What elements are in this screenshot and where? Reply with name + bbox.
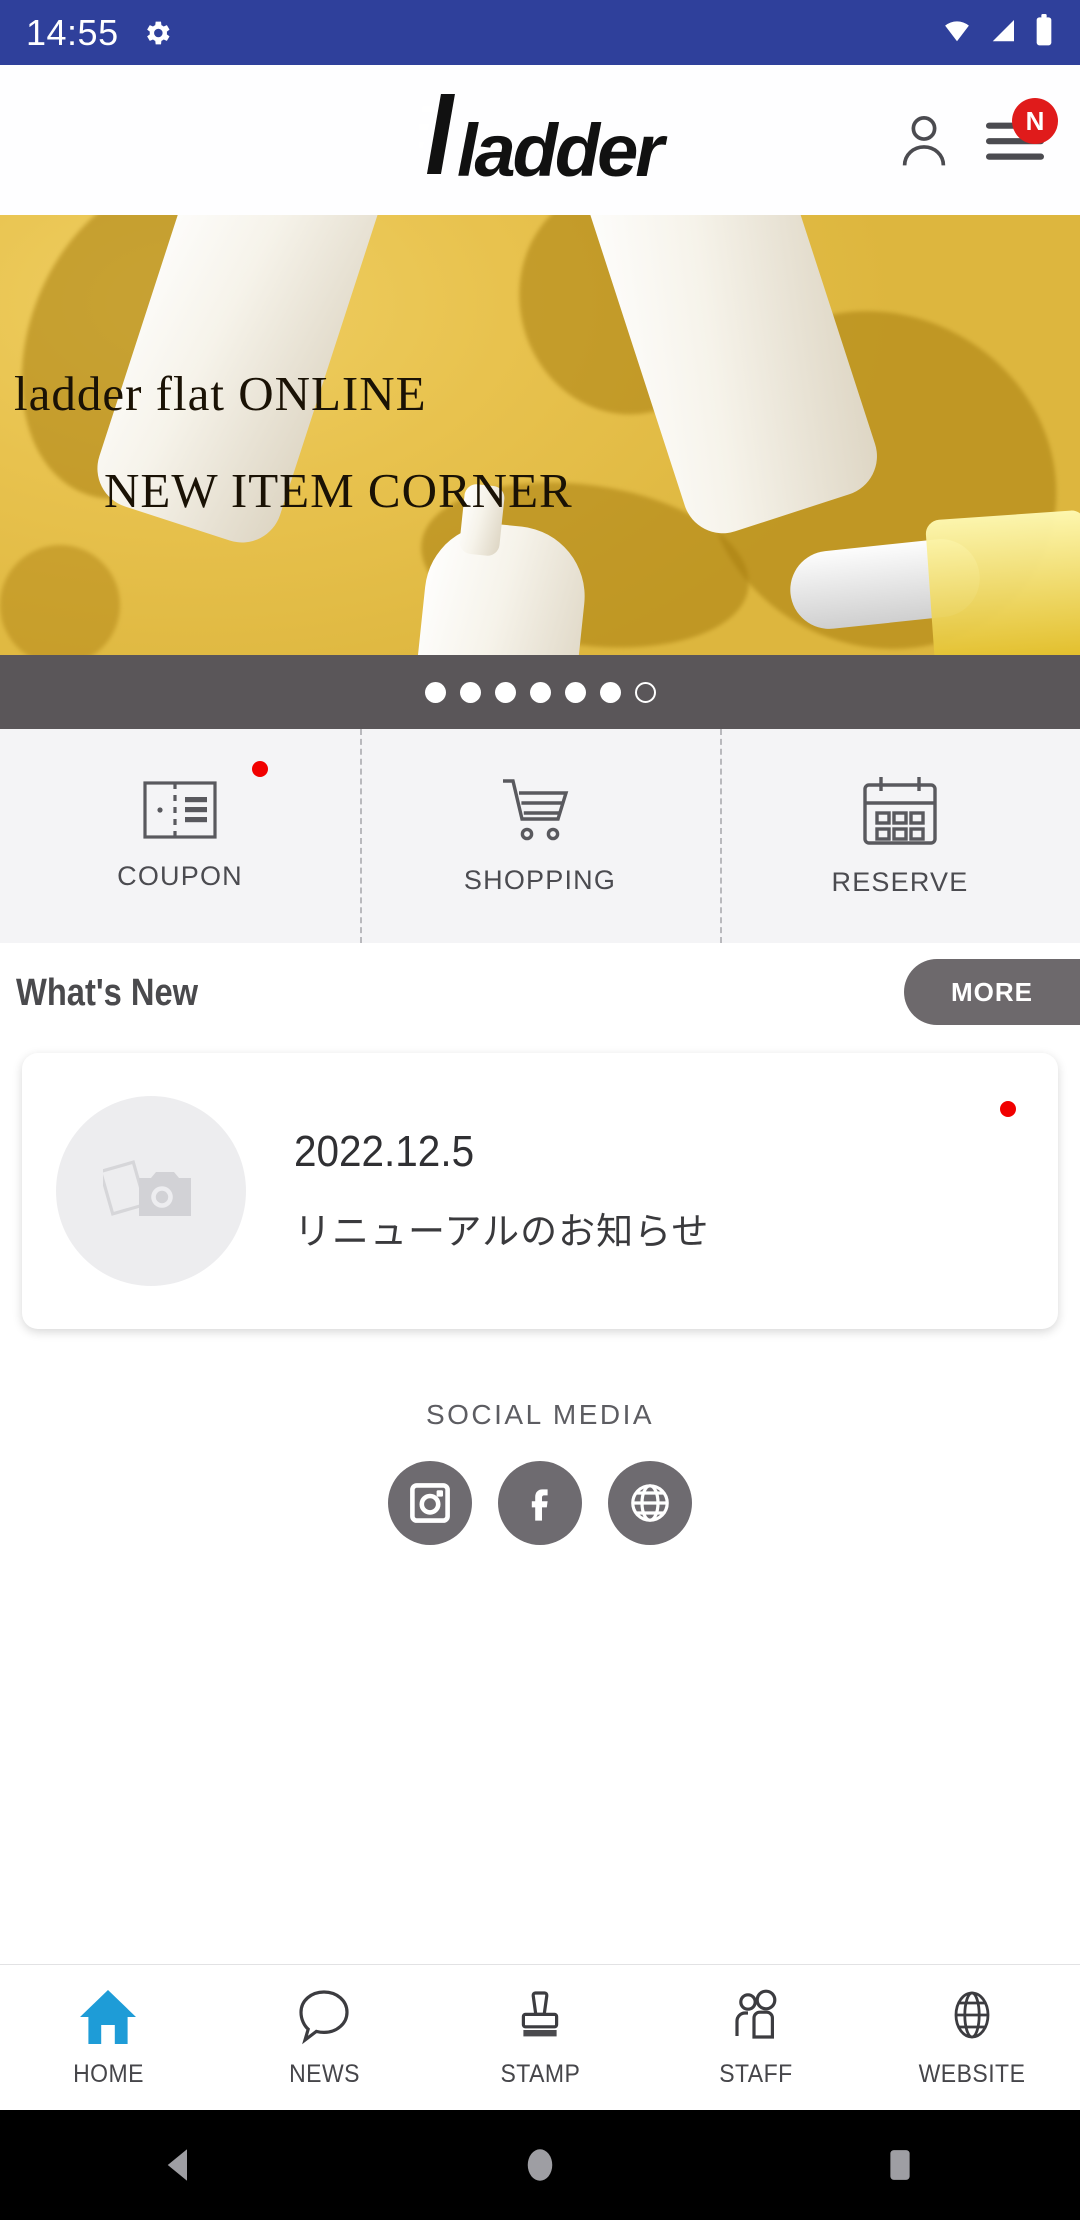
news-title: リニューアルのお知らせ [294, 1210, 710, 1253]
nav-label: NEWS [288, 2060, 360, 2088]
news-unread-dot [1000, 1101, 1016, 1117]
banner-line-2: NEW ITEM CORNER [104, 463, 573, 518]
social-media-links [0, 1461, 1080, 1545]
signal-icon [988, 15, 1020, 50]
brand-logo[interactable]: ladder [418, 92, 664, 192]
carousel-dot[interactable] [564, 681, 586, 703]
stamp-icon [521, 1991, 559, 2037]
battery-icon [1034, 14, 1054, 51]
quick-action-reserve[interactable]: RESERVE [720, 729, 1080, 943]
back-triangle-icon [167, 2149, 187, 2181]
news-list: 2022.12.5 リニューアルのお知らせ [0, 1043, 1080, 1329]
status-bar-indicators [940, 14, 1054, 51]
calendar-icon [863, 776, 937, 845]
instagram-icon [410, 1483, 450, 1523]
globe-icon [631, 1484, 669, 1522]
quick-action-label: RESERVE [831, 866, 969, 897]
photo-placeholder-icon [103, 1160, 191, 1216]
whats-new-header: What's New MORE [0, 943, 1080, 1043]
news-date: 2022.12.5 [294, 1127, 475, 1176]
social-link-facebook[interactable] [498, 1461, 582, 1545]
ladder-l-mark [418, 94, 455, 174]
carousel-dot-active[interactable] [634, 681, 656, 703]
social-media-title: SOCIAL MEDIA [425, 1399, 655, 1430]
nav-item-news[interactable]: NEWS [216, 1986, 432, 2089]
chat-bubble-icon [299, 1990, 349, 2045]
brand-logo-text: ladder [456, 109, 664, 192]
bottom-navigation: HOME NEWS STAMP STAFF WEBSITE [0, 1964, 1080, 2110]
news-content: 2022.12.5 リニューアルのお知らせ [294, 1127, 709, 1255]
facebook-icon [531, 1489, 548, 1521]
carousel-dot[interactable] [494, 681, 516, 703]
carousel-indicator[interactable] [0, 655, 1080, 729]
carousel-dot[interactable] [529, 681, 551, 703]
nav-label: STAFF [719, 2060, 793, 2088]
wifi-icon [940, 15, 974, 50]
more-button-label: MORE [951, 976, 1033, 1007]
whats-new-more-button[interactable]: MORE [904, 959, 1080, 1025]
whats-new-title: What's New [16, 971, 199, 1014]
banner-line-1: ladder flat ONLINE [14, 366, 427, 421]
quick-action-label: COUPON [117, 860, 243, 891]
android-navigation-bar [0, 2110, 1080, 2220]
social-link-instagram[interactable] [388, 1461, 472, 1545]
quick-action-shopping[interactable]: SHOPPING [360, 729, 720, 943]
coupon-notification-dot [252, 761, 268, 777]
coupon-icon [143, 780, 217, 839]
app-header: ladder N [0, 65, 1080, 215]
carousel-dot[interactable] [599, 681, 621, 703]
status-bar-clock: 14:55 [26, 11, 119, 53]
promo-banner[interactable]: ladder flat ONLINE NEW ITEM CORNER [0, 215, 1080, 655]
carousel-dot[interactable] [459, 681, 481, 703]
home-circle-icon [527, 2149, 553, 2181]
social-link-website[interactable] [608, 1461, 692, 1545]
header-actions: N [896, 98, 1080, 170]
people-icon [735, 1989, 777, 2039]
android-recents-button[interactable] [840, 2144, 960, 2186]
android-back-button[interactable] [120, 2144, 240, 2186]
nav-item-stamp[interactable]: STAMP [432, 1986, 648, 2089]
quick-actions-bar: COUPON SHOPPING RESERVE [0, 729, 1080, 943]
home-icon [80, 1990, 136, 2044]
menu-notification-badge: N [1012, 98, 1058, 144]
menu-button[interactable]: N [986, 98, 1058, 164]
nav-item-home[interactable]: HOME [0, 1986, 216, 2089]
nav-label: STAMP [500, 2060, 580, 2088]
quick-action-label: SHOPPING [463, 864, 617, 895]
app-root: 14:55 ladder N ladder flat ONLINE NEW IT… [0, 0, 1080, 2220]
cart-icon [503, 778, 569, 840]
nav-label: WEBSITE [918, 2060, 1026, 2088]
nav-item-staff[interactable]: STAFF [648, 1986, 864, 2089]
social-media-section: SOCIAL MEDIA [0, 1399, 1080, 1545]
news-card[interactable]: 2022.12.5 リニューアルのお知らせ [22, 1053, 1058, 1329]
gear-icon [141, 17, 173, 49]
person-icon [902, 116, 946, 166]
carousel-dot[interactable] [424, 681, 446, 703]
recents-square-icon [890, 2150, 910, 2180]
globe-icon [954, 1991, 990, 2039]
android-home-button[interactable] [480, 2144, 600, 2186]
nav-item-website[interactable]: WEBSITE [864, 1986, 1080, 2089]
quick-action-coupon[interactable]: COUPON [0, 729, 360, 943]
account-button[interactable] [896, 110, 952, 170]
nav-label: HOME [72, 2060, 144, 2088]
news-thumbnail [56, 1096, 246, 1286]
banner-copy: ladder flat ONLINE NEW ITEM CORNER [0, 365, 1080, 519]
status-bar: 14:55 [0, 0, 1080, 65]
